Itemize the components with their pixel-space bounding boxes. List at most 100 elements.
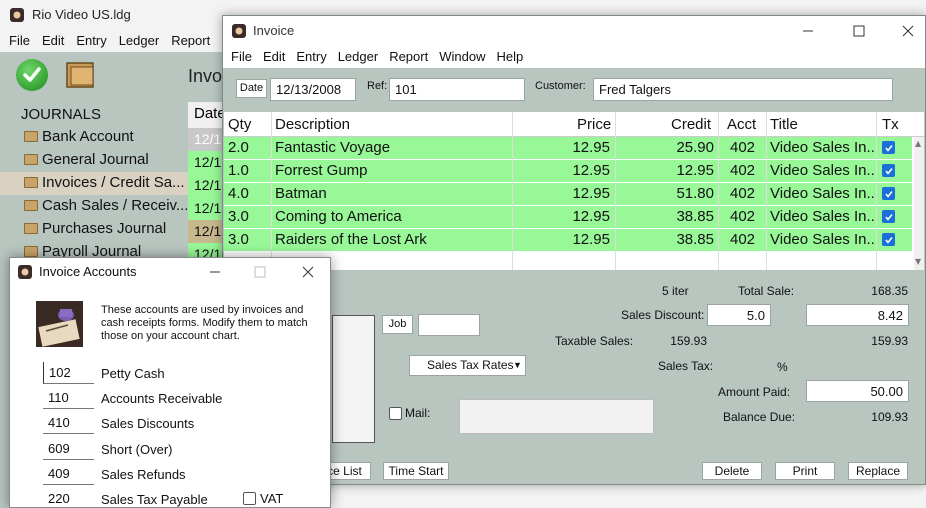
post-checkmark-button[interactable] [16, 59, 48, 91]
cell-title[interactable]: Video Sales In... [770, 231, 874, 248]
print-button[interactable]: Print [775, 462, 835, 480]
cell-qty[interactable]: 3.0 [228, 208, 249, 225]
menu-edit[interactable]: Edit [255, 46, 285, 68]
cell-acct[interactable]: 402 [730, 208, 755, 225]
table-row[interactable]: 3.0 Coming to America 12.95 38.85 402 Vi… [224, 206, 912, 229]
vat-checkbox[interactable] [243, 492, 256, 505]
cell-credit[interactable]: 38.85 [624, 208, 714, 225]
cell-acct[interactable]: 402 [730, 139, 755, 156]
cell-price[interactable]: 12.95 [524, 185, 610, 202]
cell-price[interactable]: 12.95 [524, 231, 610, 248]
maximize-button[interactable] [245, 261, 275, 283]
column-header-description[interactable]: Description [275, 116, 350, 133]
ref-field[interactable]: 101 [389, 78, 525, 101]
taxable-checkbox[interactable] [882, 187, 895, 200]
cell-title[interactable]: Video Sales In... [770, 208, 874, 225]
table-row[interactable]: 3.0 Raiders of the Lost Ark 12.95 38.85 … [224, 229, 912, 252]
account-number-field[interactable]: 409 [43, 463, 94, 485]
menu-window[interactable]: Window [431, 46, 485, 68]
main-menu-ledger[interactable]: Ledger [110, 30, 159, 52]
sales-discount-percent-field[interactable]: 5.0 [707, 304, 771, 326]
cell-price[interactable]: 12.95 [524, 208, 610, 225]
mail-address-box[interactable] [459, 399, 654, 434]
delete-button[interactable]: Delete [702, 462, 762, 480]
column-header-tx[interactable]: Tx [882, 116, 899, 133]
customer-field[interactable]: Fred Talgers [593, 78, 893, 101]
cell-price[interactable]: 12.95 [524, 162, 610, 179]
column-header-qty[interactable]: Qty [228, 116, 251, 133]
minimize-button[interactable] [200, 261, 230, 283]
column-header-credit[interactable]: Credit [671, 116, 711, 133]
main-menu-file[interactable]: File [0, 30, 30, 52]
journal-item-bank-account[interactable]: Bank Account [0, 126, 188, 149]
main-menu-entry[interactable]: Entry [67, 30, 106, 52]
cell-description[interactable]: Forrest Gump [275, 162, 510, 179]
cell-title[interactable]: Video Sales In... [770, 139, 874, 156]
date-cell[interactable]: 12/1 [188, 151, 224, 174]
journal-item-purchases[interactable]: Purchases Journal [0, 218, 188, 241]
job-field[interactable] [418, 314, 480, 336]
cell-credit[interactable]: 51.80 [624, 185, 714, 202]
cell-credit[interactable]: 12.95 [624, 162, 714, 179]
replace-button[interactable]: Replace [848, 462, 908, 480]
sales-discount-amount-field[interactable]: 8.42 [806, 304, 909, 326]
taxable-checkbox[interactable] [882, 164, 895, 177]
taxable-checkbox[interactable] [882, 141, 895, 154]
maximize-button[interactable] [844, 20, 874, 42]
amount-paid-field[interactable]: 50.00 [806, 380, 909, 402]
folder-icon[interactable] [65, 59, 97, 89]
account-number-field[interactable]: 609 [43, 438, 94, 460]
date-cell[interactable]: 12/1 [188, 220, 224, 243]
table-row[interactable]: 2.0 Fantastic Voyage 12.95 25.90 402 Vid… [224, 137, 912, 160]
date-cell[interactable]: 12/1 [188, 128, 224, 151]
cell-qty[interactable]: 1.0 [228, 162, 249, 179]
journal-item-general-journal[interactable]: General Journal [0, 149, 188, 172]
journal-item-cash-sales[interactable]: Cash Sales / Receiv... [0, 195, 188, 218]
cell-qty[interactable]: 2.0 [228, 139, 249, 156]
cell-acct[interactable]: 402 [730, 162, 755, 179]
sales-tax-rates-dropdown[interactable]: Sales Tax Rates ▼ [409, 355, 526, 376]
cell-acct[interactable]: 402 [730, 231, 755, 248]
menu-ledger[interactable]: Ledger [330, 46, 378, 68]
cell-credit[interactable]: 38.85 [624, 231, 714, 248]
main-menu-edit[interactable]: Edit [33, 30, 64, 52]
cell-acct[interactable]: 402 [730, 185, 755, 202]
close-button[interactable] [893, 20, 923, 42]
memo-box[interactable] [332, 315, 375, 443]
account-number-field[interactable]: 110 [43, 387, 94, 409]
close-button[interactable] [293, 261, 323, 283]
cell-qty[interactable]: 4.0 [228, 185, 249, 202]
cell-qty[interactable]: 3.0 [228, 231, 249, 248]
account-number-field[interactable]: 102 [43, 362, 94, 384]
scroll-up-icon[interactable]: ▲ [915, 139, 921, 148]
scroll-down-icon[interactable]: ▼ [915, 257, 921, 266]
column-header-title[interactable]: Title [770, 116, 798, 133]
cell-description[interactable]: Batman [275, 185, 510, 202]
date-button[interactable]: Date [236, 79, 267, 98]
date-cell[interactable]: 12/1 [188, 174, 224, 197]
menu-report[interactable]: Report [381, 46, 428, 68]
account-number-field[interactable]: 220 [43, 488, 94, 508]
cell-price[interactable]: 12.95 [524, 139, 610, 156]
column-header-price[interactable]: Price [577, 116, 611, 133]
cell-title[interactable]: Video Sales In... [770, 185, 874, 202]
date-cell[interactable]: 12/1 [188, 197, 224, 220]
table-row[interactable]: 1.0 Forrest Gump 12.95 12.95 402 Video S… [224, 160, 912, 183]
date-field[interactable]: 12/13/2008 [270, 78, 356, 101]
minimize-button[interactable] [793, 20, 823, 42]
table-row[interactable]: 4.0 Batman 12.95 51.80 402 Video Sales I… [224, 183, 912, 206]
cell-description[interactable]: Raiders of the Lost Ark [275, 231, 510, 248]
menu-help[interactable]: Help [488, 46, 523, 68]
menu-entry[interactable]: Entry [288, 46, 326, 68]
column-header-acct[interactable]: Acct [727, 116, 756, 133]
main-menu-report[interactable]: Report [162, 30, 210, 52]
cell-description[interactable]: Coming to America [275, 208, 510, 225]
grid-scrollbar[interactable]: ▲ ▼ [914, 137, 924, 270]
taxable-checkbox[interactable] [882, 233, 895, 246]
job-button[interactable]: Job [382, 315, 413, 334]
mail-checkbox[interactable] [389, 407, 402, 420]
account-number-field[interactable]: 410 [43, 412, 94, 434]
time-start-button[interactable]: Time Start [383, 462, 449, 480]
cell-description[interactable]: Fantastic Voyage [275, 139, 510, 156]
taxable-checkbox[interactable] [882, 210, 895, 223]
